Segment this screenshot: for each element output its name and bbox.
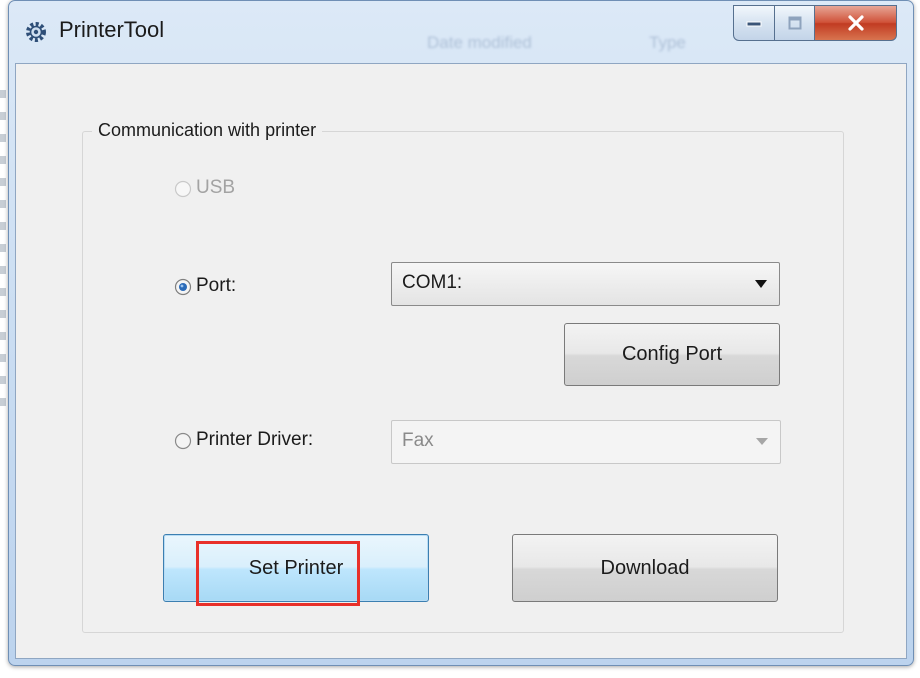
- annotation-highlight-box: [196, 541, 360, 606]
- dialog-client-area: Communication with printer USB Port: COM…: [15, 63, 907, 659]
- port-radio[interactable]: [174, 278, 192, 296]
- ghost-text-type: Type: [649, 33, 686, 52]
- title-bar[interactable]: PrinterTool Date modified Type: [9, 1, 913, 63]
- printer-driver-label: Printer Driver:: [196, 429, 314, 450]
- printer-driver-select-value: Fax: [402, 430, 434, 451]
- chevron-down-icon: [756, 438, 768, 445]
- chevron-down-icon: [755, 280, 767, 288]
- close-button[interactable]: [815, 5, 897, 41]
- gear-icon: [26, 22, 46, 42]
- usb-radio[interactable]: [174, 180, 192, 198]
- ghost-text-date-modified: Date modified: [427, 33, 532, 52]
- download-label: Download: [600, 556, 690, 579]
- config-port-label: Config Port: [621, 343, 723, 365]
- maximize-icon: [788, 16, 801, 30]
- window-title: PrinterTool: [59, 17, 165, 42]
- maximize-button[interactable]: [775, 5, 815, 41]
- usb-label: USB: [196, 177, 236, 198]
- printer-driver-radio[interactable]: [174, 432, 192, 450]
- background-window-edge: [0, 90, 6, 420]
- config-port-button[interactable]: Config Port: [564, 323, 780, 386]
- minimize-button[interactable]: [733, 5, 775, 41]
- port-label: Port:: [196, 275, 237, 296]
- minimize-icon: [746, 21, 762, 27]
- download-button[interactable]: Download: [512, 534, 778, 602]
- printertool-window: PrinterTool Date modified Type Communica…: [8, 0, 914, 666]
- port-select-value: COM1:: [402, 272, 463, 293]
- close-icon: [847, 15, 864, 31]
- groupbox-legend: Communication with printer: [92, 120, 323, 141]
- printer-driver-select[interactable]: Fax: [391, 420, 781, 464]
- port-select[interactable]: COM1:: [391, 262, 780, 306]
